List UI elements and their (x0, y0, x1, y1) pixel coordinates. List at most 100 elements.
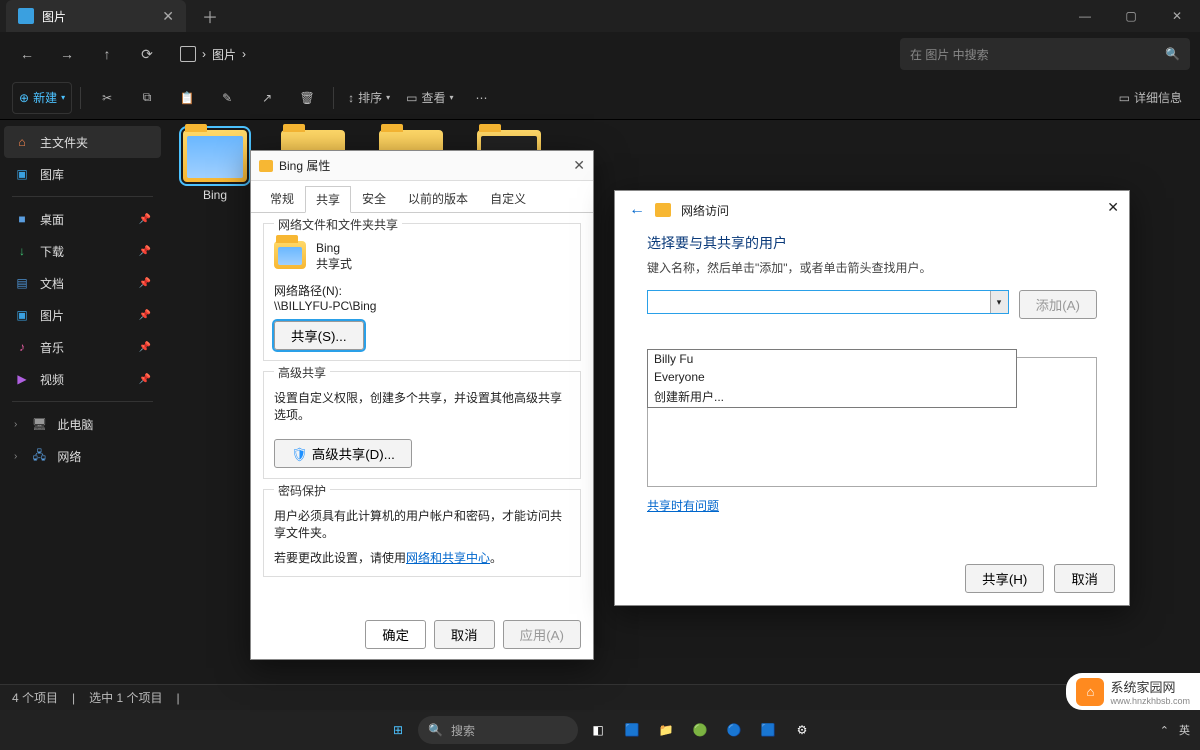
sidebar-item-music[interactable]: ♪音乐📌 (4, 331, 161, 363)
sidebar-label: 此电脑 (57, 416, 93, 433)
cancel-button[interactable]: 取消 (1054, 564, 1115, 593)
back-button[interactable]: ← (10, 37, 44, 71)
dialog-titlebar[interactable]: Bing 属性 ✕ (251, 151, 593, 181)
sidebar-item-gallery[interactable]: ▣图库 (4, 158, 161, 190)
task-view-button[interactable]: ◧ (584, 716, 612, 744)
status-selected: 选中 1 个项目 (89, 689, 162, 706)
taskbar-app[interactable]: 🟦 (618, 716, 646, 744)
lang-indicator[interactable]: 英 (1179, 722, 1190, 738)
dialog-close-button[interactable]: ✕ (1107, 199, 1119, 216)
view-button[interactable]: ▭ 查看 ▾ (400, 82, 459, 114)
user-combobox[interactable]: ▾ (647, 290, 1009, 314)
breadcrumb-item[interactable]: 图片 (212, 46, 236, 63)
chevron-icon: › (242, 47, 246, 61)
folder-icon (274, 241, 306, 269)
add-button[interactable]: 添加(A) (1019, 290, 1097, 319)
tab-security[interactable]: 安全 (351, 185, 397, 212)
close-button[interactable]: ✕ (1154, 0, 1200, 32)
taskbar-app[interactable]: 🟦 (754, 716, 782, 744)
share-button[interactable]: ↗ (249, 82, 285, 114)
user-input[interactable] (648, 291, 990, 313)
copy-icon: ⧉ (143, 90, 152, 105)
dropdown-option[interactable]: 创建新用户... (648, 386, 1016, 407)
sidebar-item-downloads[interactable]: ↓下载📌 (4, 235, 161, 267)
up-button[interactable]: ↑ (90, 37, 124, 71)
cancel-button[interactable]: 取消 (434, 620, 495, 649)
breadcrumb[interactable]: › 图片 › (180, 46, 246, 63)
folder-bing[interactable]: Bing (175, 130, 255, 202)
dialog-title: Bing 属性 (279, 157, 330, 174)
share-confirm-button[interactable]: 共享(H) (965, 564, 1044, 593)
sidebar-item-thispc[interactable]: ›🖥此电脑 (4, 408, 161, 440)
rename-button[interactable]: ✎ (209, 82, 245, 114)
sidebar-item-desktop[interactable]: ■桌面📌 (4, 203, 161, 235)
taskbar-app[interactable]: 🟢 (686, 716, 714, 744)
separator (80, 87, 81, 109)
delete-button[interactable]: 🗑 (289, 82, 325, 114)
start-button[interactable]: ⊞ (384, 716, 412, 744)
network-center-link[interactable]: 网络和共享中心 (406, 551, 490, 565)
paste-button[interactable]: 📋 (169, 82, 205, 114)
pin-icon: 📌 (139, 246, 151, 257)
more-button[interactable]: ⋯ (464, 82, 500, 114)
refresh-button[interactable]: ⟳ (130, 37, 164, 71)
tab-custom[interactable]: 自定义 (479, 185, 537, 212)
pin-icon: 📌 (139, 374, 151, 385)
tab-pictures[interactable]: 图片 ✕ (6, 0, 186, 32)
trouble-link[interactable]: 共享时有问题 (647, 499, 719, 513)
taskbar-search[interactable]: 🔍搜索 (418, 716, 578, 744)
pin-icon: 📌 (139, 310, 151, 321)
search-input[interactable]: 在 图片 中搜索 🔍 (900, 38, 1190, 70)
sidebar: ⌂主文件夹 ▣图库 ■桌面📌 ↓下载📌 ▤文档📌 ▣图片📌 ♪音乐📌 ▶视频📌 … (0, 120, 165, 684)
dropdown-button[interactable]: ▾ (990, 291, 1008, 313)
rename-icon: ✎ (222, 91, 232, 105)
taskbar-app[interactable]: ⚙ (788, 716, 816, 744)
copy-button[interactable]: ⧉ (129, 82, 165, 114)
dialog-close-button[interactable]: ✕ (573, 157, 585, 174)
dropdown-option[interactable]: Everyone (648, 368, 1016, 386)
share-state: 共享式 (316, 255, 352, 272)
tab-share[interactable]: 共享 (305, 186, 351, 213)
sidebar-label: 图片 (40, 307, 64, 324)
dropdown-option[interactable]: Billy Fu (648, 350, 1016, 368)
tab-general[interactable]: 常规 (259, 185, 305, 212)
tab-add-button[interactable]: ＋ (202, 4, 218, 28)
sidebar-item-network[interactable]: ›🖧网络 (4, 440, 161, 472)
taskbar-app[interactable]: 📁 (652, 716, 680, 744)
cut-button[interactable]: ✂ (89, 82, 125, 114)
tab-close-button[interactable]: ✕ (162, 8, 174, 25)
details-icon: ▭ (1119, 91, 1130, 105)
system-tray[interactable]: ⌃ 英 (1160, 722, 1190, 738)
sidebar-item-home[interactable]: ⌂主文件夹 (4, 126, 161, 158)
sidebar-label: 桌面 (40, 211, 64, 228)
watermark-logo-icon: ⌂ (1076, 678, 1104, 706)
minimize-button[interactable]: — (1062, 0, 1108, 32)
pin-icon: 📌 (139, 342, 151, 353)
sidebar-item-videos[interactable]: ▶视频📌 (4, 363, 161, 395)
details-button[interactable]: ▭ 详细信息 (1113, 82, 1188, 114)
sort-button[interactable]: ↕ 排序 ▾ (342, 82, 396, 114)
pictures-icon: ▣ (14, 307, 30, 323)
share-button[interactable]: 共享(S)... (274, 321, 364, 350)
nav-row: ← → ↑ ⟳ › 图片 › 在 图片 中搜索 🔍 (0, 32, 1200, 76)
advanced-share-button[interactable]: 🛡高级共享(D)... (274, 439, 412, 468)
video-icon: ▶ (14, 371, 30, 387)
sidebar-item-pictures[interactable]: ▣ 图片 📌 (4, 299, 161, 331)
chevron-up-icon[interactable]: ⌃ (1160, 724, 1169, 737)
ok-button[interactable]: 确定 (365, 620, 426, 649)
properties-dialog: Bing 属性 ✕ 常规 共享 安全 以前的版本 自定义 网络文件和文件夹共享 … (250, 150, 594, 660)
forward-button[interactable]: → (50, 37, 84, 71)
sidebar-item-documents[interactable]: ▤文档📌 (4, 267, 161, 299)
new-button[interactable]: ⊕ 新建 ▾ (12, 82, 72, 114)
pwd-line1: 用户必须具有此计算机的用户帐户和密码，才能访问共享文件夹。 (274, 507, 570, 541)
trash-icon: 🗑 (299, 91, 314, 105)
apply-button[interactable]: 应用(A) (503, 620, 581, 649)
back-button[interactable]: ← (629, 201, 645, 219)
network-access-dialog: ✕ ← 网络访问 选择要与其共享的用户 键入名称，然后单击"添加"，或者单击箭头… (614, 190, 1130, 606)
chevron-down-icon: ▾ (386, 93, 390, 102)
maximize-button[interactable]: ▢ (1108, 0, 1154, 32)
wizard-title: 选择要与其共享的用户 (647, 233, 1097, 253)
tab-previous[interactable]: 以前的版本 (397, 185, 479, 212)
sidebar-label: 网络 (57, 448, 81, 465)
taskbar-app[interactable]: 🔵 (720, 716, 748, 744)
